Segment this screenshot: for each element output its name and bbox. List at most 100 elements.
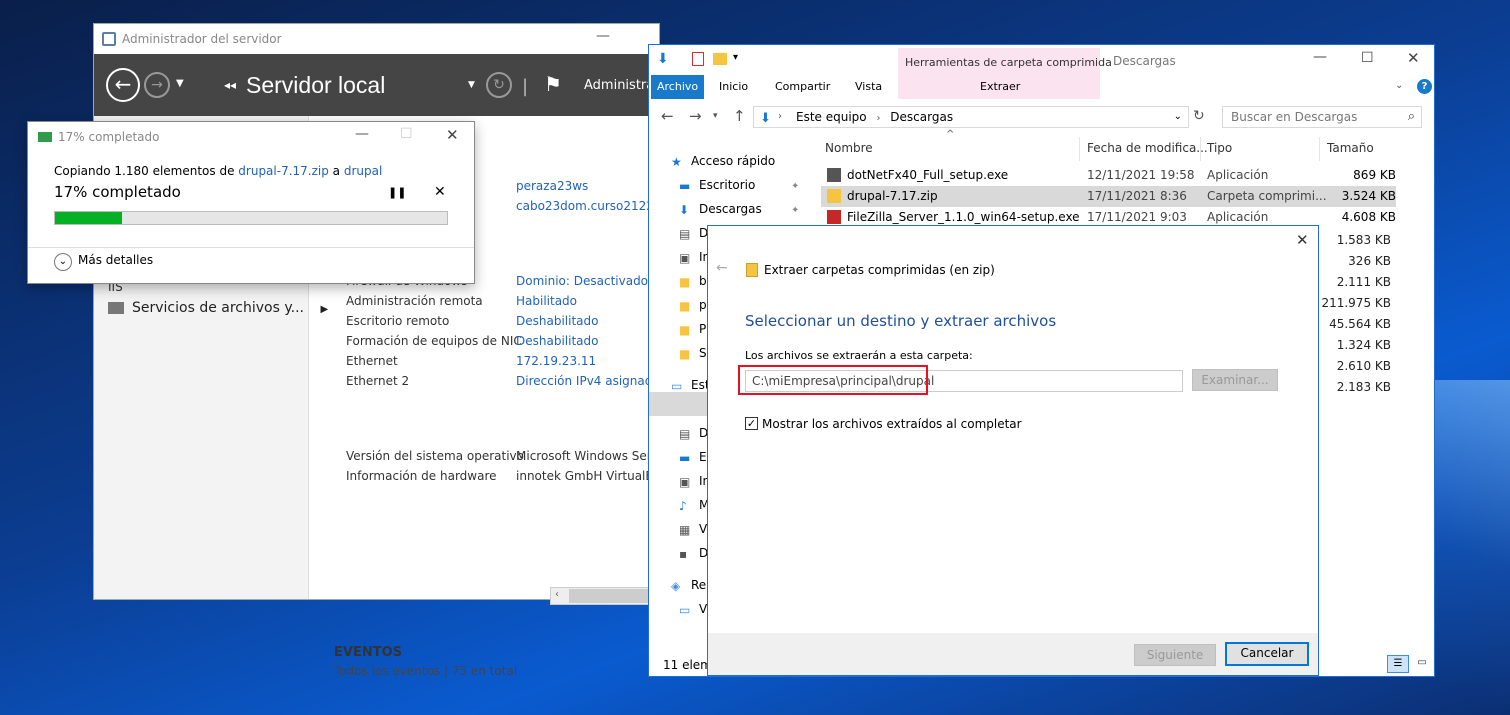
details-view-icon[interactable]: ☰ [1387,655,1409,673]
tab-inicio[interactable]: Inicio [713,75,754,99]
scroll-left-icon[interactable]: ‹ [555,589,559,600]
properties-icon[interactable] [692,52,704,66]
nav-file-services[interactable]: Servicios de archivos y... ▶ [108,300,328,316]
nav-item[interactable]: ▭ V [679,602,707,616]
back-icon[interactable]: ← [716,260,728,276]
column-size[interactable]: Tamaño [1327,141,1374,155]
dropdown-icon[interactable]: ▼ [468,80,475,90]
cancel-button[interactable]: Cancelar [1225,642,1309,666]
refresh-icon[interactable]: ↻ [486,72,512,98]
nav-item[interactable]: ▬ Escritorio [679,178,755,192]
file-name: FileZilla_Server_1.1.0_win64-setup.exe [847,210,1080,224]
forward-icon[interactable]: → [689,107,702,125]
file-row[interactable]: dotNetFx40_Full_setup.exe 12/11/2021 19:5… [821,165,1396,186]
nav-item[interactable]: ■ S [679,346,707,360]
maximize-button[interactable]: ☐ [1361,50,1374,66]
document-icon: ▤ [679,426,691,441]
dest-link[interactable]: drupal [344,164,382,178]
column-name[interactable]: Nombre [825,141,873,155]
address-dropdown-icon[interactable]: ⌄ [1174,107,1182,127]
pin-icon[interactable]: ✦ [791,205,799,216]
nav-item-label: V [699,602,708,616]
flag-icon[interactable]: ⚑ [544,72,562,96]
property-value[interactable]: peraza23ws [516,179,588,193]
tab-extraer[interactable]: Extraer [974,75,1026,99]
address-bar[interactable]: ⬇ › Este equipo › Descargas ⌄ [753,106,1189,128]
tab-compartir[interactable]: Compartir [769,75,836,99]
nav-item[interactable]: ■ P [679,322,706,336]
search-input[interactable]: Buscar en Descargas ⌕ [1222,106,1422,128]
customize-dropdown-icon[interactable]: ▾ [733,52,738,63]
nav-item[interactable]: ▦ V [679,522,707,536]
large-icons-view-icon[interactable]: ▭ [1413,655,1431,673]
nav-item[interactable]: ◈ Re [671,578,706,592]
nav-item[interactable]: ▤ D [679,226,708,240]
copy-description: Copiando 1.180 elementos de drupal-7.17.… [54,164,383,178]
next-button[interactable]: Siguiente [1134,644,1216,666]
nav-item[interactable]: ■ p [679,298,707,312]
new-folder-icon[interactable] [713,53,727,65]
nav-item[interactable]: ■ b [679,274,707,288]
breadcrumb-downloads[interactable]: Descargas [890,110,953,124]
property-value[interactable]: Deshabilitado [516,314,598,328]
pause-icon[interactable]: ❚❚ [388,186,406,199]
browse-button[interactable]: Examinar... [1192,369,1278,391]
source-link[interactable]: drupal-7.17.zip [238,164,329,178]
drive-icon: ▪ [679,546,688,561]
nav-item[interactable]: ▪ D [679,546,708,560]
recent-dropdown-icon[interactable]: ▾ [713,111,718,121]
back-icon[interactable]: ← [106,68,140,102]
column-type[interactable]: Tipo [1207,141,1232,155]
nav-item-label: Escritorio [699,178,756,192]
music-icon: ♪ [679,498,687,513]
nav-item[interactable]: ▤ D [679,426,708,440]
minimize-button[interactable]: — [596,28,610,44]
nav-item[interactable]: ♪ M [679,498,709,512]
nav-item[interactable]: ▭ Est [671,378,710,392]
more-details-button[interactable]: ⌄ Más detalles [54,253,153,271]
collapse-ribbon-icon[interactable]: ⌄ [1395,80,1403,91]
history-dropdown-icon[interactable]: ▼ [176,78,184,89]
property-label: Información de hardware [346,469,497,483]
show-files-label[interactable]: Mostrar los archivos extraídos al comple… [762,417,1022,431]
nav-item[interactable]: ★ Acceso rápido [671,154,775,168]
image-icon: ▣ [679,474,691,489]
property-value[interactable]: cabo23dom.curso2122 [516,199,654,213]
property-value[interactable]: Dominio: Desactivado [516,274,648,288]
forward-icon[interactable]: → [144,72,170,98]
nav-item[interactable]: ▣ In [679,250,710,264]
nav-item[interactable]: ⬇ Descargas [679,202,762,216]
help-icon[interactable]: ? [1417,79,1432,94]
maximize-button[interactable]: ☐ [400,126,413,142]
property-value[interactable]: Habilitado [516,294,577,308]
property-value[interactable]: 172.19.23.11 [516,354,596,368]
zip-folder-icon [746,263,758,277]
minimize-button[interactable]: — [1313,49,1327,65]
tab-vista[interactable]: Vista [849,75,888,99]
file-row[interactable]: drupal-7.17.zip 17/11/2021 8:36 Carpeta co… [821,186,1396,207]
cancel-copy-icon[interactable]: ✕ [434,184,446,200]
quick-access-down-icon[interactable]: ⬇ [657,51,669,67]
show-files-checkbox[interactable]: ✓ [745,417,758,430]
close-button[interactable]: ✕ [446,126,459,144]
chevron-right-icon: › [876,113,881,124]
folder-icon: ■ [679,298,691,313]
tab-archivo[interactable]: Archivo [651,75,705,99]
back-icon[interactable]: ← [661,107,674,125]
minimize-button[interactable]: — [355,126,369,142]
image-icon: ▣ [679,250,691,265]
up-icon[interactable]: ↑ [733,107,746,125]
dialog-footer: Siguiente Cancelar [708,633,1318,675]
refresh-icon[interactable]: ↻ [1193,108,1205,124]
file-size: 45.564 KB [1329,317,1391,331]
nav-item[interactable]: ▬ E [679,450,707,464]
close-button[interactable]: ✕ [1296,231,1309,249]
breadcrumb-this-pc[interactable]: Este equipo [796,110,867,124]
nav-item-label: P [699,322,707,336]
column-date[interactable]: Fecha de modifica... [1087,141,1208,155]
file-size: 4.608 KB [1341,210,1396,224]
file-size: 2.111 KB [1336,275,1391,289]
pin-icon[interactable]: ✦ [791,181,799,192]
property-value[interactable]: Deshabilitado [516,334,598,348]
close-button[interactable]: ✕ [1407,49,1420,67]
